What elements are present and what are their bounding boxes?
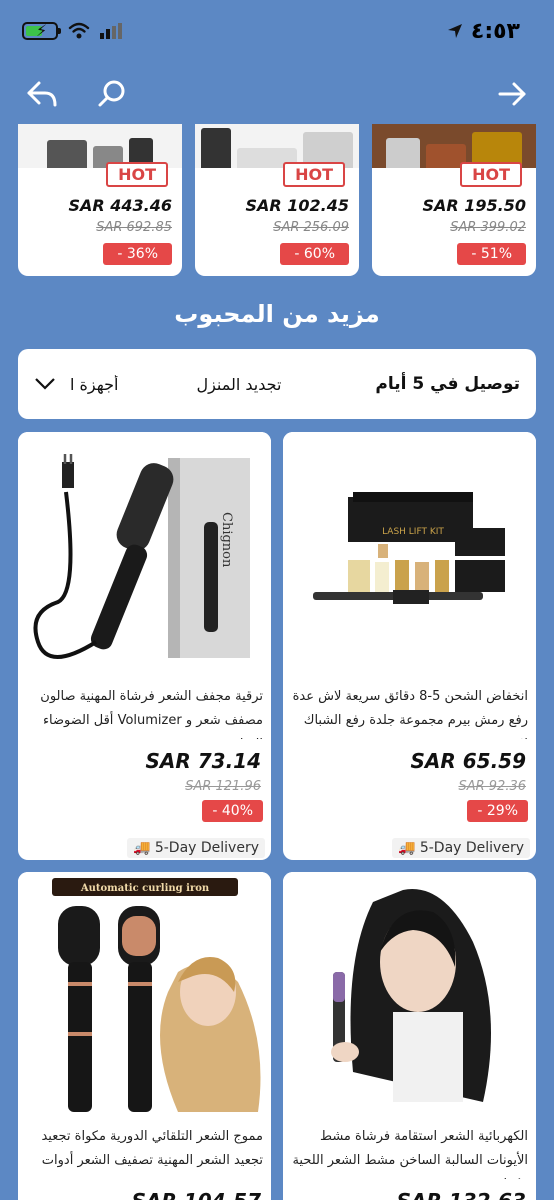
product-title: انخفاض الشحن 5-8 دقائق سريعة لاش عدة رفع… [292, 689, 528, 739]
deal-card[interactable]: HOT SAR 102.45 SAR 256.09 - 60% [195, 124, 359, 276]
curling-iron-label: Automatic curling iron [80, 883, 210, 894]
curling-iron-image: Automatic curling iron [18, 872, 271, 1125]
cellular-signal-icon [100, 23, 122, 39]
deal-discount-badge: - 36% [103, 243, 172, 265]
product-old-price: SAR 121.96 [185, 779, 261, 794]
share-arrow-icon [27, 81, 57, 107]
status-time: ٤:٥٣ [470, 18, 520, 44]
product-card[interactable]: LASH LIFT KIT انخفاض الشحن 5-8 دقائق سري… [283, 432, 536, 860]
product-price: SAR 73.14 [145, 749, 261, 773]
product-price: SAR 132.63 [283, 1189, 536, 1200]
delivery-badge: 🚚 5-Day Delivery [127, 838, 265, 858]
filter-tab-5-day-delivery[interactable]: توصيل في 5 أيام [375, 374, 520, 394]
delivery-badge: 🚚 5-Day Delivery [392, 838, 530, 858]
product-discount-badge: - 29% [467, 800, 528, 822]
deal-price: SAR 195.50 [422, 196, 526, 215]
product-title: ترقية مجفف الشعر فرشاة المهنية صالون مصف… [40, 689, 263, 739]
wifi-icon [68, 22, 90, 39]
delivery-truck-icon: 🚚 [398, 840, 416, 856]
lash-lift-kit-label: LASH LIFT KIT [382, 527, 444, 537]
deal-price: SAR 102.45 [245, 196, 349, 215]
search-button[interactable] [92, 74, 132, 114]
straightening-brush-image [283, 872, 536, 1125]
chignon-label: Chignon [219, 512, 234, 568]
deal-old-price: SAR 256.09 [273, 220, 349, 235]
status-bar: ⚡ ٤:٥٣ [0, 0, 554, 62]
deal-card[interactable]: HOT SAR 443.46 SAR 692.85 - 36% [18, 124, 182, 276]
product-price: SAR 104.57 [18, 1189, 271, 1200]
product-image [283, 872, 536, 1125]
filter-expand-button[interactable] [32, 371, 58, 397]
location-arrow-icon [447, 24, 462, 38]
lash-lift-kit-image: LASH LIFT KIT [283, 432, 536, 685]
filter-tab-appliances[interactable]: أجهزة ا [70, 375, 118, 394]
share-button[interactable] [22, 74, 62, 114]
nav-bar [0, 66, 554, 122]
product-card[interactable]: Chignon ترقية مجفف الشعر فرشاة المهنية ص… [18, 432, 271, 860]
product-image: LASH LIFT KIT [283, 432, 536, 685]
product-image: Chignon [18, 432, 271, 685]
hot-badge: HOT [460, 162, 522, 187]
deal-old-price: SAR 399.02 [450, 220, 526, 235]
product-title: الكهربائية الشعر استقامة فرشاة مشط الأيو… [292, 1129, 528, 1179]
delivery-label: 5-Day Delivery [419, 840, 524, 856]
search-icon [98, 80, 125, 107]
product-title: مموج الشعر التلقائي الدورية مكواة تجعيد … [41, 1129, 263, 1168]
deal-discount-badge: - 60% [280, 243, 349, 265]
deal-old-price: SAR 692.85 [96, 220, 172, 235]
battery-icon: ⚡ [22, 21, 61, 40]
filter-tab-home-improvement[interactable]: تجديد المنزل [196, 375, 281, 394]
product-old-price: SAR 92.36 [458, 779, 526, 794]
product-card[interactable]: Automatic curling iron مموج الشعر التلقا… [18, 872, 271, 1200]
product-discount-badge: - 40% [202, 800, 263, 822]
status-indicators: ⚡ [22, 21, 124, 40]
hot-badge: HOT [283, 162, 345, 187]
delivery-label: 5-Day Delivery [154, 840, 259, 856]
deal-discount-badge: - 51% [457, 243, 526, 265]
hair-dryer-brush-image: Chignon [18, 432, 271, 685]
status-clock: ٤:٥٣ [447, 19, 520, 44]
product-card[interactable]: الكهربائية الشعر استقامة فرشاة مشط الأيو… [283, 872, 536, 1200]
deal-price: SAR 443.46 [68, 196, 172, 215]
product-price: SAR 65.59 [410, 749, 526, 773]
deal-card[interactable]: HOT SAR 195.50 SAR 399.02 - 51% [372, 124, 536, 276]
filter-bar: توصيل في 5 أيام تجديد المنزل أجهزة ا [18, 349, 536, 419]
delivery-truck-icon: 🚚 [133, 840, 151, 856]
product-image: Automatic curling iron [18, 872, 271, 1125]
section-title: مزيد من المحبوب [174, 300, 380, 328]
arrow-right-icon [498, 82, 526, 106]
hot-badge: HOT [106, 162, 168, 187]
forward-button[interactable] [492, 74, 532, 114]
chevron-down-icon [35, 378, 55, 390]
deals-row: HOT SAR 443.46 SAR 692.85 - 36% HOT SAR … [18, 124, 536, 276]
